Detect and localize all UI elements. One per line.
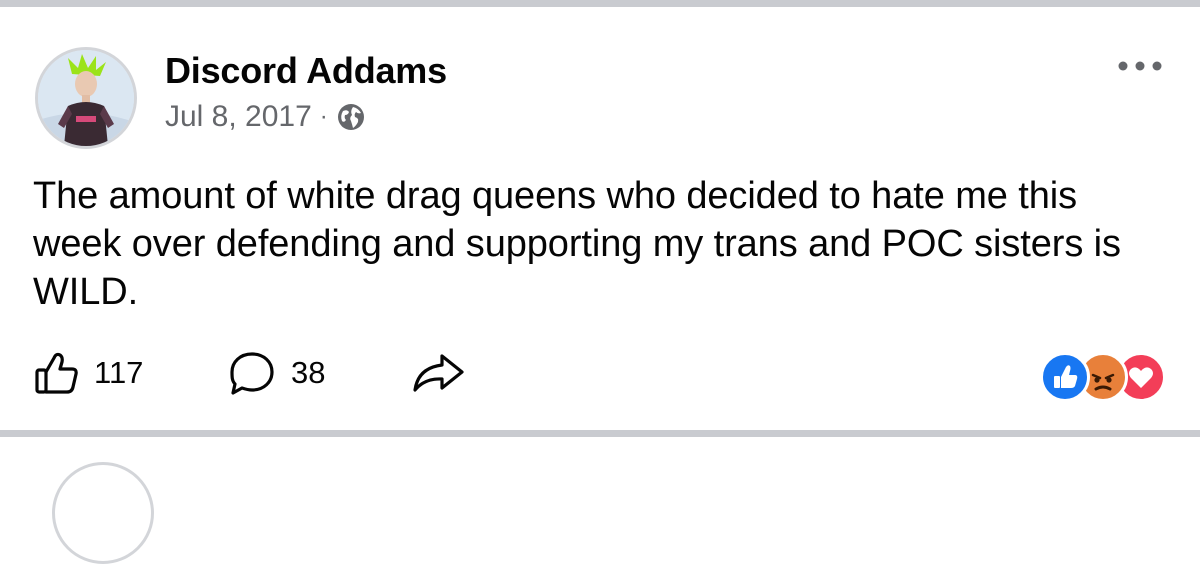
like-reaction-icon xyxy=(1040,352,1090,402)
thumbs-up-icon xyxy=(34,350,80,396)
next-post-avatar xyxy=(52,462,154,564)
post-text: The amount of white drag queens who deci… xyxy=(33,175,1121,313)
comment-bubble-icon xyxy=(227,350,277,396)
bottom-divider xyxy=(0,430,1200,437)
avatar-image xyxy=(38,50,134,146)
post-date[interactable]: Jul 8, 2017 xyxy=(165,100,312,134)
top-divider xyxy=(0,0,1200,7)
meta-separator: · xyxy=(319,103,328,130)
globe-icon[interactable] xyxy=(336,102,366,132)
share-button[interactable] xyxy=(410,350,466,396)
more-options-icon[interactable] xyxy=(1116,56,1164,76)
like-button[interactable]: 117 xyxy=(34,350,143,396)
post-meta: Jul 8, 2017 · xyxy=(165,100,366,134)
author-name[interactable]: Discord Addams xyxy=(165,50,447,92)
author-avatar[interactable] xyxy=(35,47,137,149)
like-count: 117 xyxy=(94,355,144,390)
share-arrow-icon xyxy=(410,350,466,396)
reactions-summary[interactable] xyxy=(1040,352,1170,402)
comment-button[interactable]: 38 xyxy=(227,350,325,396)
comment-count: 38 xyxy=(291,355,326,390)
